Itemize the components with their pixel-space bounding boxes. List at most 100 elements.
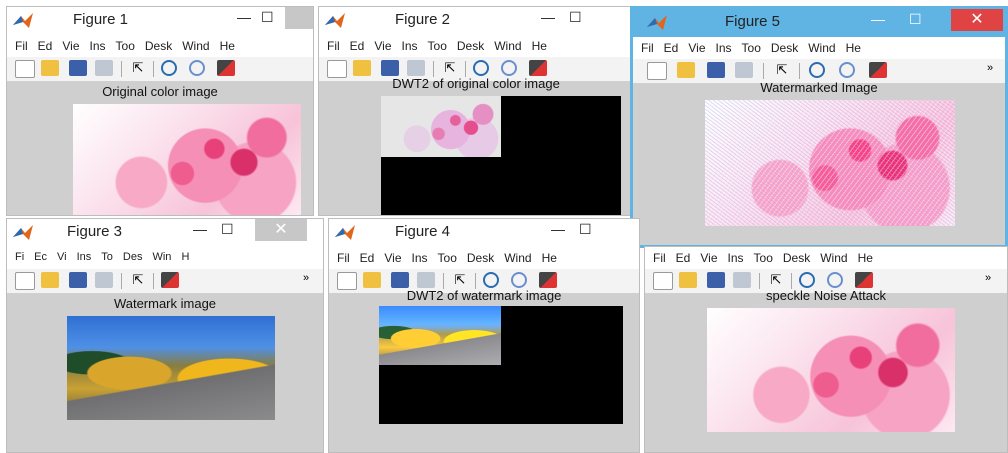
save-icon[interactable] <box>69 272 87 288</box>
zoom-out-icon[interactable] <box>839 62 855 78</box>
menu-tools[interactable]: Too <box>428 39 447 53</box>
pointer-icon[interactable]: ⇱ <box>129 272 147 288</box>
print-icon[interactable] <box>95 60 113 76</box>
menu-view[interactable]: Vie <box>688 41 705 55</box>
menu-file[interactable]: Fil <box>327 39 340 53</box>
save-icon[interactable] <box>707 62 725 78</box>
print-icon[interactable] <box>735 62 753 78</box>
menu-file[interactable]: Fil <box>653 251 666 265</box>
pointer-icon[interactable]: ⇱ <box>129 60 147 76</box>
maximize-button[interactable]: ☐ <box>909 11 922 28</box>
brush-icon[interactable] <box>855 272 873 288</box>
menu-insert[interactable]: Ins <box>716 41 732 55</box>
menu-desktop[interactable]: Desk <box>457 39 484 53</box>
toolbar-overflow-button[interactable]: » <box>987 62 1005 78</box>
zoom-out-icon[interactable] <box>501 60 517 76</box>
zoom-in-icon[interactable] <box>161 60 177 76</box>
menu-edit[interactable]: Ed <box>664 41 679 55</box>
menu-view[interactable]: Vi <box>57 251 67 263</box>
open-folder-icon[interactable] <box>363 272 381 288</box>
menu-insert[interactable]: Ins <box>90 39 106 53</box>
menu-window[interactable]: Wind <box>504 251 531 265</box>
menu-help[interactable]: He <box>220 39 235 53</box>
menu-help[interactable]: H <box>181 251 189 263</box>
minimize-button[interactable]: — <box>551 221 565 237</box>
menu-help[interactable]: He <box>542 251 557 265</box>
menu-desktop[interactable]: Des <box>123 251 143 263</box>
title-bar[interactable]: Figure 3 — ☐ ✕ <box>7 219 323 247</box>
figure-3-window[interactable]: Figure 3 — ☐ ✕ Fi Ec Vi Ins To Des Win H ⇱ » Wa… <box>6 218 324 453</box>
menu-window[interactable]: Wind <box>494 39 521 53</box>
menu-edit[interactable]: Ed <box>676 251 691 265</box>
minimize-button[interactable]: — <box>237 9 251 25</box>
menu-edit[interactable]: Ec <box>34 251 47 263</box>
open-folder-icon[interactable] <box>41 60 59 76</box>
close-button[interactable]: ✕ <box>951 9 1003 31</box>
print-icon[interactable] <box>95 272 113 288</box>
menu-window[interactable]: Wind <box>808 41 835 55</box>
toolbar-overflow-button[interactable]: » <box>303 272 321 288</box>
menu-insert[interactable]: Ins <box>77 251 92 263</box>
menu-insert[interactable]: Ins <box>728 251 744 265</box>
figure-4-window[interactable]: Figure 4 — ☐ Fil Ed Vie Ins Too Desk Wind He ⇱ … <box>328 218 640 453</box>
menu-window[interactable]: Wind <box>182 39 209 53</box>
new-file-icon[interactable] <box>647 62 667 80</box>
menu-help[interactable]: He <box>532 39 547 53</box>
open-folder-icon[interactable] <box>41 272 59 288</box>
menu-insert[interactable]: Ins <box>402 39 418 53</box>
figure-6-window[interactable]: Fil Ed Vie Ins Too Desk Wind He ⇱ » speckle Noi… <box>644 246 1008 453</box>
zoom-in-icon[interactable] <box>799 272 815 288</box>
menu-view[interactable]: Vie <box>700 251 717 265</box>
menu-view[interactable]: Vie <box>374 39 391 53</box>
open-folder-icon[interactable] <box>353 60 371 76</box>
open-folder-icon[interactable] <box>679 272 697 288</box>
minimize-button[interactable]: — <box>193 221 207 237</box>
menu-file[interactable]: Fil <box>337 251 350 265</box>
toolbar-overflow-button[interactable]: » <box>985 272 1003 288</box>
brush-icon[interactable] <box>539 272 557 288</box>
new-file-icon[interactable] <box>15 60 35 78</box>
title-bar[interactable]: Figure 5 — ☐ ✕ <box>633 9 1005 37</box>
menu-edit[interactable]: Ed <box>350 39 365 53</box>
menu-file[interactable]: Fil <box>641 41 654 55</box>
menu-help[interactable]: He <box>858 251 873 265</box>
print-icon[interactable] <box>407 60 425 76</box>
menu-tools[interactable]: Too <box>754 251 773 265</box>
menu-file[interactable]: Fil <box>15 39 28 53</box>
menu-desktop[interactable]: Desk <box>783 251 810 265</box>
menu-desktop[interactable]: Desk <box>145 39 172 53</box>
close-button[interactable]: ✕ <box>255 219 307 241</box>
print-icon[interactable] <box>733 272 751 288</box>
menu-insert[interactable]: Ins <box>412 251 428 265</box>
menu-view[interactable]: Vie <box>384 251 401 265</box>
menu-file[interactable]: Fi <box>15 251 24 263</box>
menu-window[interactable]: Win <box>152 251 171 263</box>
menu-tools[interactable]: To <box>101 251 113 263</box>
pointer-icon[interactable]: ⇱ <box>773 62 791 78</box>
menu-tools[interactable]: Too <box>742 41 761 55</box>
menu-edit[interactable]: Ed <box>360 251 375 265</box>
brush-icon[interactable] <box>529 60 547 76</box>
zoom-out-icon[interactable] <box>189 60 205 76</box>
maximize-button[interactable]: ☐ <box>569 9 582 26</box>
menu-view[interactable]: Vie <box>62 39 79 53</box>
menu-edit[interactable]: Ed <box>38 39 53 53</box>
minimize-button[interactable]: — <box>541 9 555 25</box>
title-bar[interactable]: Figure 4 — ☐ <box>329 219 639 247</box>
maximize-button[interactable]: ☐ <box>221 221 234 238</box>
open-folder-icon[interactable] <box>677 62 695 78</box>
menu-desktop[interactable]: Desk <box>771 41 798 55</box>
menu-help[interactable]: He <box>846 41 861 55</box>
minimize-button[interactable]: — <box>871 11 885 27</box>
zoom-in-icon[interactable] <box>483 272 499 288</box>
zoom-in-icon[interactable] <box>809 62 825 78</box>
maximize-button[interactable]: ☐ <box>261 9 274 26</box>
zoom-out-icon[interactable] <box>827 272 843 288</box>
pointer-icon[interactable]: ⇱ <box>767 272 785 288</box>
brush-icon[interactable] <box>217 60 235 76</box>
brush-icon[interactable] <box>161 272 179 288</box>
save-icon[interactable] <box>707 272 725 288</box>
figure-2-window[interactable]: Figure 2 — ☐ Fil Ed Vie Ins Too Desk Wind He ⇱ … <box>318 6 634 216</box>
save-icon[interactable] <box>391 272 409 288</box>
title-bar[interactable]: Figure 1 — ☐ <box>7 7 313 35</box>
